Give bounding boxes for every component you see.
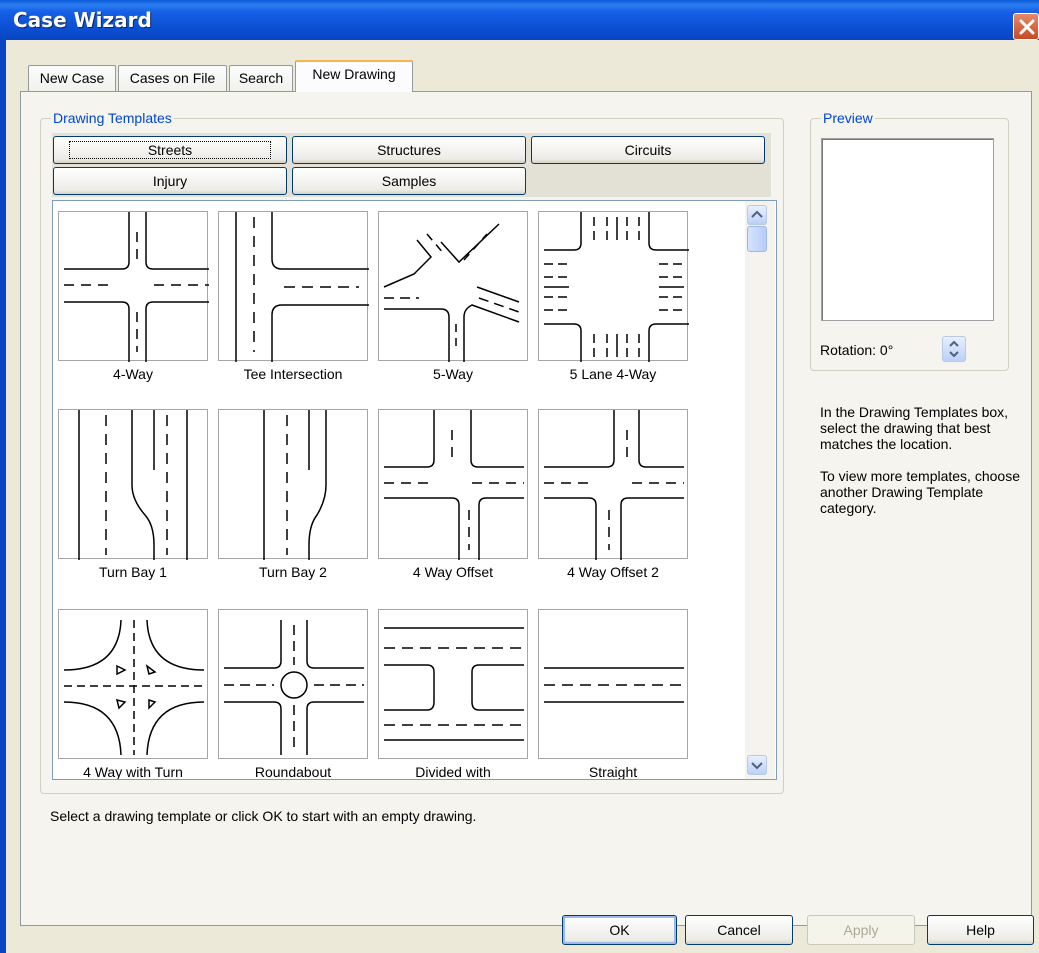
help-button[interactable]: Help bbox=[927, 915, 1034, 945]
help-paragraph-1: In the Drawing Templates box, select the… bbox=[820, 404, 1009, 452]
status-text: Select a drawing template or click OK to… bbox=[50, 808, 477, 824]
tab-new-drawing[interactable]: New Drawing bbox=[295, 60, 413, 92]
arrow-down-icon bbox=[751, 762, 763, 770]
tab-label: Search bbox=[238, 70, 284, 86]
tab-label: Cases on File bbox=[129, 70, 216, 86]
template-label: 4 Way with Turn bbox=[83, 764, 183, 780]
category-structures-button[interactable]: Structures bbox=[292, 136, 526, 164]
template-label: Roundabout bbox=[254, 764, 332, 780]
template-5-way[interactable]: 5-Way bbox=[378, 211, 530, 391]
category-label: Streets bbox=[68, 141, 272, 159]
button-label: OK bbox=[609, 922, 630, 938]
template-thumbnail bbox=[538, 409, 688, 560]
template-label: Divided with bbox=[415, 764, 491, 780]
close-icon bbox=[1019, 19, 1035, 35]
template-tee-intersection[interactable]: Tee Intersection bbox=[218, 211, 370, 391]
help-text: In the Drawing Templates box, select the… bbox=[820, 404, 1025, 516]
template-label: 5 Lane 4-Way bbox=[569, 366, 657, 382]
tab-label: New Drawing bbox=[312, 66, 396, 82]
tab-search[interactable]: Search bbox=[229, 65, 293, 91]
template-thumbnail bbox=[58, 609, 208, 759]
category-samples-button[interactable]: Samples bbox=[292, 167, 526, 195]
template-4-way-offset[interactable]: 4 Way Offset bbox=[378, 409, 530, 589]
template-label: 4 Way Offset 2 bbox=[567, 564, 659, 580]
template-thumbnail bbox=[538, 211, 689, 362]
template-label: 4-Way bbox=[113, 366, 153, 382]
template-4-way-offset-2[interactable]: 4 Way Offset 2 bbox=[538, 409, 690, 589]
template-label: Turn Bay 1 bbox=[99, 564, 167, 580]
cancel-button[interactable]: Cancel bbox=[685, 915, 793, 945]
scroll-up-button[interactable] bbox=[747, 205, 767, 225]
rotation-label: Rotation: 0° bbox=[820, 342, 894, 358]
template-straight[interactable]: Straight bbox=[538, 609, 690, 779]
template-label: Straight bbox=[588, 764, 638, 780]
scroll-thumb[interactable] bbox=[747, 226, 767, 252]
rotation-spinner[interactable] bbox=[942, 336, 966, 362]
window-frame bbox=[0, 40, 6, 953]
template-thumbnail bbox=[58, 409, 208, 560]
template-label: 4 Way Offset bbox=[412, 564, 494, 580]
category-label: Structures bbox=[377, 142, 441, 158]
template-thumbnail bbox=[378, 211, 528, 362]
apply-button[interactable]: Apply bbox=[807, 915, 915, 945]
category-circuits-button[interactable]: Circuits bbox=[531, 136, 765, 164]
window-title: Case Wizard bbox=[13, 8, 152, 32]
tab-cases-on-file[interactable]: Cases on File bbox=[118, 65, 227, 91]
close-button[interactable] bbox=[1013, 13, 1039, 40]
scroll-down-button[interactable] bbox=[747, 755, 767, 775]
template-list-scrollbar[interactable] bbox=[745, 201, 775, 779]
template-list[interactable]: 4-Way Tee Intersection 5-Way 5 Lane 4-Wa… bbox=[52, 200, 777, 780]
group-legend: Drawing Templates bbox=[51, 110, 174, 126]
preview-canvas bbox=[821, 138, 994, 321]
category-injury-button[interactable]: Injury bbox=[53, 167, 287, 195]
tab-new-case[interactable]: New Case bbox=[28, 65, 116, 91]
category-streets-button[interactable]: Streets bbox=[53, 136, 287, 164]
tab-label: New Case bbox=[39, 70, 105, 86]
button-label: Apply bbox=[843, 922, 879, 938]
template-4-way-with-turn[interactable]: 4 Way with Turn bbox=[58, 609, 210, 779]
button-label: Cancel bbox=[717, 922, 761, 938]
group-legend: Preview bbox=[821, 110, 875, 126]
button-label: Help bbox=[966, 922, 995, 938]
template-thumbnail bbox=[378, 609, 528, 759]
template-thumbnail bbox=[378, 409, 528, 560]
template-5-lane-4-way[interactable]: 5 Lane 4-Way bbox=[538, 211, 690, 391]
help-paragraph-2: To view more templates, choose another D… bbox=[820, 468, 1020, 516]
category-label: Injury bbox=[152, 173, 188, 189]
spinner-icon bbox=[949, 340, 959, 358]
template-thumbnail bbox=[218, 609, 368, 759]
template-label: 5-Way bbox=[433, 366, 473, 382]
template-thumbnail bbox=[58, 211, 209, 362]
category-label: Circuits bbox=[624, 142, 672, 158]
template-label: Tee Intersection bbox=[243, 366, 343, 382]
ok-button[interactable]: OK bbox=[562, 915, 677, 945]
template-thumbnail bbox=[218, 409, 368, 560]
title-bar: Case Wizard bbox=[0, 0, 1039, 40]
arrow-up-icon bbox=[751, 210, 763, 218]
template-roundabout[interactable]: Roundabout bbox=[218, 609, 370, 779]
template-turn-bay-2[interactable]: Turn Bay 2 bbox=[218, 409, 370, 589]
category-label: Samples bbox=[381, 173, 437, 189]
template-label: Turn Bay 2 bbox=[259, 564, 327, 580]
template-thumbnail bbox=[538, 609, 688, 759]
template-thumbnail bbox=[218, 211, 369, 362]
template-4-way[interactable]: 4-Way bbox=[58, 211, 210, 391]
template-turn-bay-1[interactable]: Turn Bay 1 bbox=[58, 409, 210, 589]
template-divided-with[interactable]: Divided with bbox=[378, 609, 530, 779]
